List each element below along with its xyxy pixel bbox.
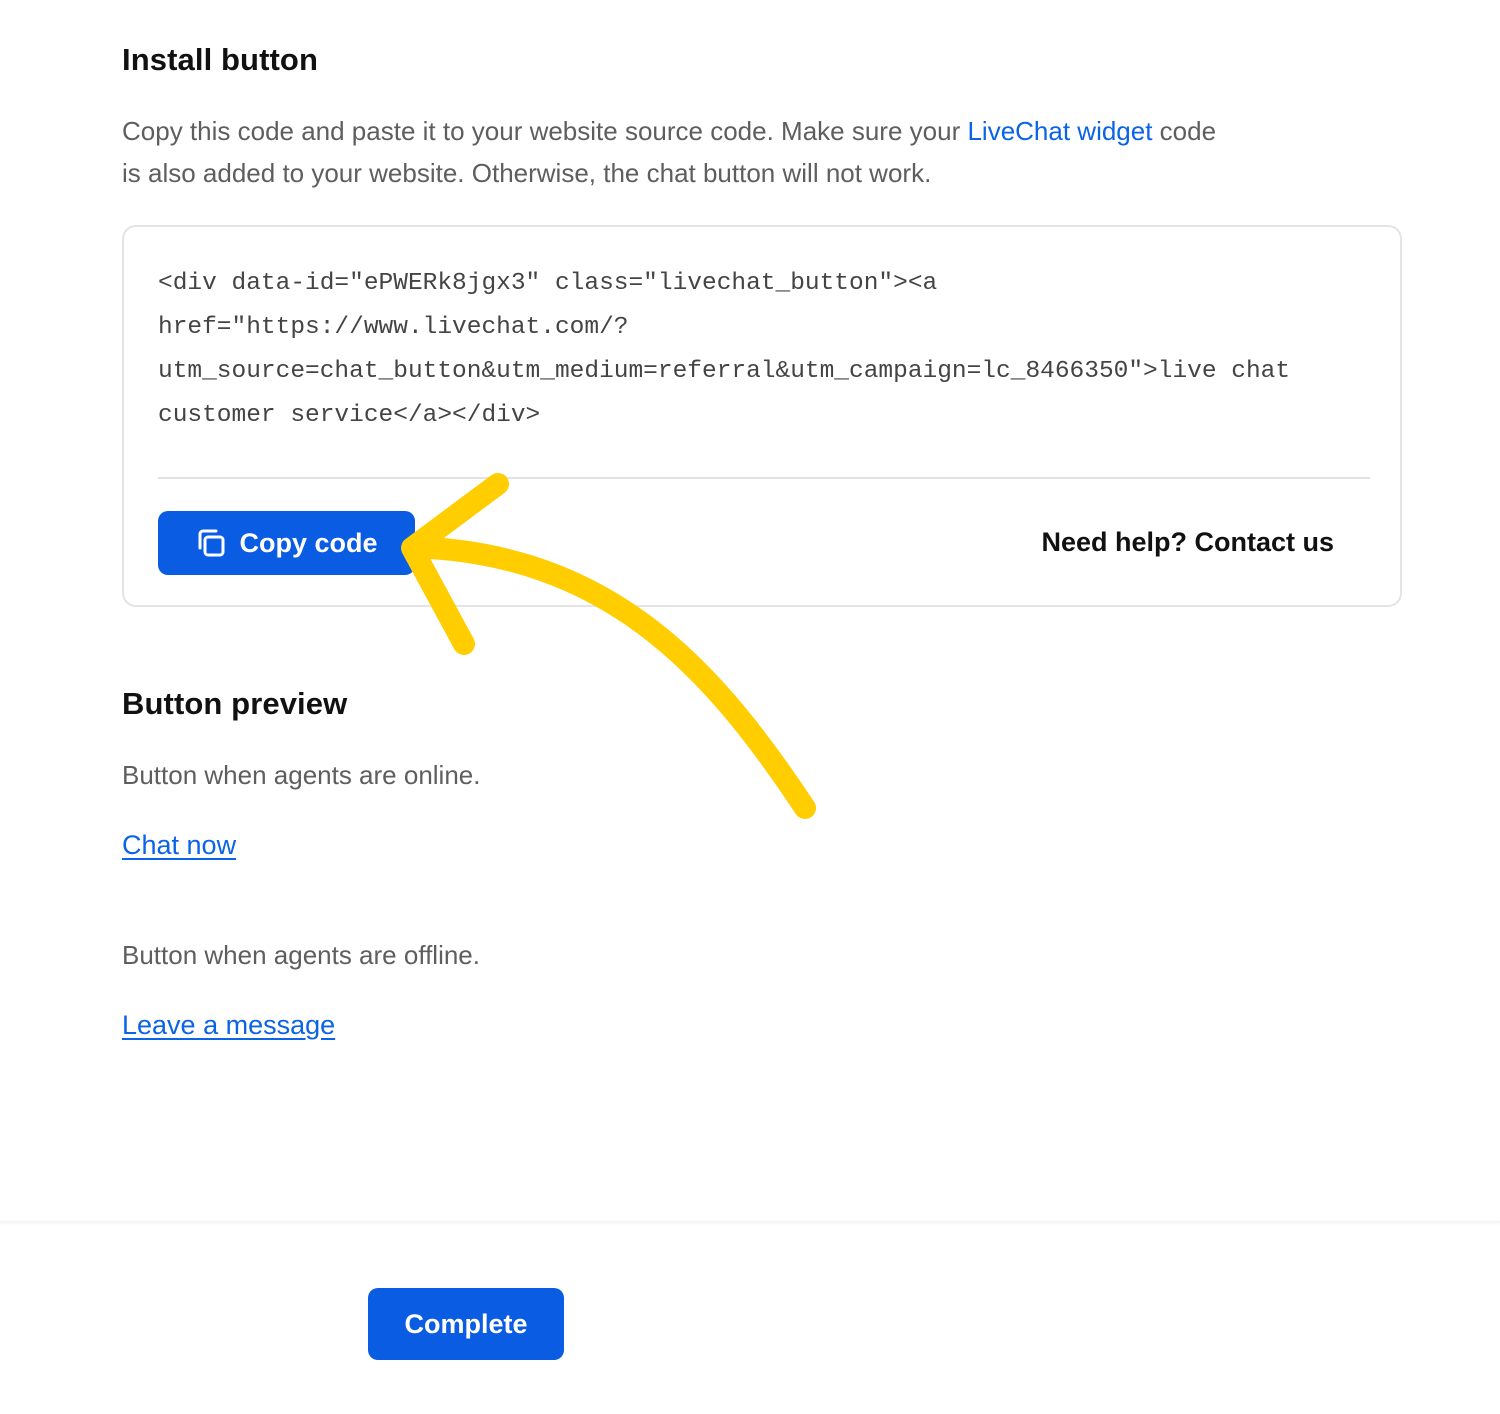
code-card: <div data-id="ePWERk8jgx3" class="livech… [122, 225, 1402, 607]
complete-button[interactable]: Complete [368, 1288, 564, 1360]
copy-icon [198, 529, 225, 557]
code-line: customer service</a></div> [158, 402, 541, 429]
copy-code-button[interactable]: Copy code [158, 511, 415, 575]
install-button-title: Install button [122, 42, 318, 77]
chat-now-link[interactable]: Chat now [122, 830, 236, 861]
button-preview-title: Button preview [122, 686, 348, 721]
leave-message-link[interactable]: Leave a message [122, 1010, 335, 1041]
livechat-widget-link[interactable]: LiveChat widget [967, 116, 1152, 146]
code-line: <div data-id="ePWERk8jgx3" class="livech… [158, 270, 938, 297]
code-line: href="https://www.livechat.com/? [158, 314, 629, 341]
offline-caption: Button when agents are offline. [122, 940, 480, 970]
code-card-divider [158, 477, 1370, 479]
footer-divider [0, 1221, 1500, 1225]
online-caption: Button when agents are online. [122, 760, 481, 790]
copy-code-label: Copy code [239, 527, 378, 558]
contact-us-link[interactable]: Need help? Contact us [1041, 527, 1334, 558]
code-line: utm_source=chat_button&utm_medium=referr… [158, 358, 1291, 385]
install-description-text-1: Copy this code and paste it to your webs… [122, 116, 968, 146]
install-description: Copy this code and paste it to your webs… [122, 110, 1402, 194]
embed-code-block[interactable]: <div data-id="ePWERk8jgx3" class="livech… [158, 262, 1368, 438]
